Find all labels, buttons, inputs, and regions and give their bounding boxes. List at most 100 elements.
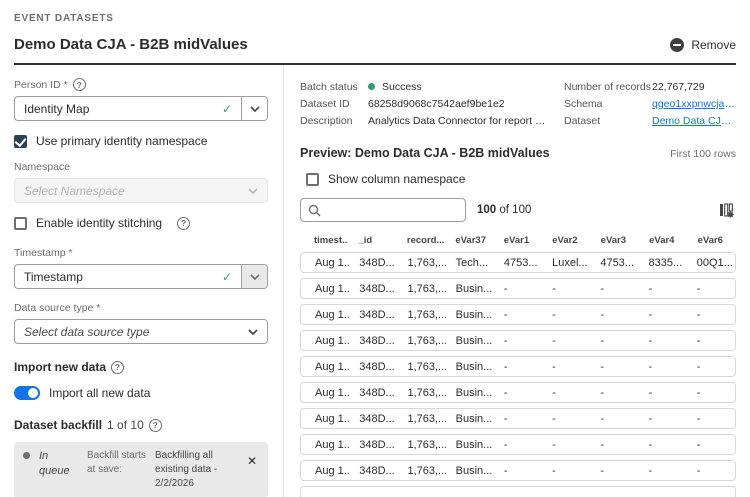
table-row[interactable]: Aug 1...348D...1,763,...Busin...----- xyxy=(300,278,736,299)
first-rows-label: First 100 rows xyxy=(670,148,736,160)
schema-link[interactable]: qgeo1xxpnwcjab2b Schema xyxy=(652,96,736,113)
data-source-type-label: Data source type * xyxy=(14,302,268,314)
table-cell: - xyxy=(542,309,590,321)
dataset-meta: Batch status Success Dataset ID 68258d90… xyxy=(300,79,736,130)
table-cell: - xyxy=(494,439,542,451)
table-cell: - xyxy=(494,465,542,477)
table-cell: Aug 1... xyxy=(301,309,349,321)
table-cell: - xyxy=(639,387,687,399)
column-header[interactable]: record... xyxy=(397,235,445,246)
person-id-select[interactable]: Identity Map ✓ xyxy=(14,96,268,121)
description-value: Analytics Data Connector for report suit… xyxy=(368,113,550,130)
remove-button[interactable]: Remove xyxy=(670,38,736,52)
table-cell: Busin... xyxy=(446,335,494,347)
timestamp-label: Timestamp * xyxy=(14,247,268,259)
column-header[interactable]: eVar3 xyxy=(591,235,639,246)
table-row[interactable]: Aug 1...348D...1,763,...Busin...----- xyxy=(300,382,736,403)
close-icon[interactable]: ✕ xyxy=(245,453,259,469)
table-cell: 1,763,... xyxy=(397,439,445,451)
valid-check-icon: ✓ xyxy=(222,102,232,116)
dataset-id-value: 68258d9068c7542aef9be1e2 xyxy=(368,96,505,113)
table-cell: - xyxy=(687,335,735,347)
column-header[interactable]: eVar37 xyxy=(445,235,493,246)
batch-status-label: Batch status xyxy=(300,79,368,96)
table-cell: - xyxy=(639,465,687,477)
table-row[interactable]: Aug 1...348D...1,763,...Busin...----- xyxy=(300,304,736,325)
table-cell: - xyxy=(687,283,735,295)
page-header: EVENT DATASETS Demo Data CJA - B2B midVa… xyxy=(0,0,750,53)
import-new-data-label: Import new data ? xyxy=(14,360,268,374)
table-cell: Busin... xyxy=(446,439,494,451)
table-cell: - xyxy=(494,413,542,425)
table-cell: - xyxy=(494,283,542,295)
toggle-label: Import all new data xyxy=(49,386,150,400)
table-cell: - xyxy=(542,335,590,347)
column-header[interactable]: _id xyxy=(348,235,396,246)
preview-title: Preview: Demo Data CJA - B2B midValues xyxy=(300,146,550,160)
result-count: 100 of 100 xyxy=(477,204,531,216)
column-header[interactable]: eVar6 xyxy=(688,235,736,246)
schema-label: Schema xyxy=(564,96,652,113)
table-cell: 4753... xyxy=(590,257,638,269)
table-cell: - xyxy=(639,283,687,295)
table-cell: - xyxy=(687,309,735,321)
table-cell: Aug 1... xyxy=(301,335,349,347)
column-header[interactable]: timest... xyxy=(300,235,348,246)
table-cell: - xyxy=(542,283,590,295)
help-icon[interactable]: ? xyxy=(149,419,162,432)
config-panel: Person ID * ? Identity Map ✓ Use primary… xyxy=(0,65,284,497)
toggle-on-icon xyxy=(14,386,40,400)
column-header[interactable]: eVar4 xyxy=(639,235,687,246)
table-cell: - xyxy=(639,335,687,347)
table-cell: 348D... xyxy=(349,413,397,425)
preview-table: timest..._idrecord...eVar37eVar1eVar2eVa… xyxy=(300,231,736,497)
timestamp-select[interactable]: Timestamp ✓ xyxy=(14,264,268,289)
table-cell: - xyxy=(494,387,542,399)
column-header[interactable]: eVar2 xyxy=(542,235,590,246)
table-cell: 1,763,... xyxy=(397,413,445,425)
valid-check-icon: ✓ xyxy=(222,270,232,284)
table-row[interactable]: Aug 1...348D...1,763,...Busin...----- xyxy=(300,356,736,377)
table-row[interactable]: Aug 1...348D...1,763,...Busin...----- xyxy=(300,460,736,481)
table-row[interactable]: Aug 1...348D...1,763,...Busin...----- xyxy=(300,434,736,455)
search-icon xyxy=(308,204,321,217)
data-source-type-select[interactable]: Select data source type xyxy=(14,319,268,344)
table-cell: 4753... xyxy=(494,257,542,269)
table-cell: Busin... xyxy=(446,465,494,477)
checkbox-checked-icon xyxy=(14,135,27,148)
identity-stitching-checkbox[interactable]: Enable identity stitching ? xyxy=(14,216,268,230)
table-cell: 348D... xyxy=(349,439,397,451)
checkbox-unchecked-icon xyxy=(306,173,319,186)
search-input[interactable] xyxy=(327,203,458,217)
use-primary-namespace-checkbox[interactable]: Use primary identity namespace xyxy=(14,134,268,148)
table-row[interactable]: Aug 1...348D...1,763,...Tech...4753...Lu… xyxy=(300,252,736,273)
table-row[interactable]: Aug 1...348D...1,763,...Busin...----- xyxy=(300,330,736,351)
backfill-detail: Backfilling all existing data - 2/2/2026 xyxy=(155,449,239,491)
table-cell: Busin... xyxy=(446,361,494,373)
column-settings-button[interactable] xyxy=(717,201,736,220)
help-icon[interactable]: ? xyxy=(73,78,86,91)
table-cell: 1,763,... xyxy=(397,361,445,373)
help-icon[interactable]: ? xyxy=(177,217,190,230)
column-settings-icon xyxy=(719,203,734,218)
table-cell: Busin... xyxy=(446,387,494,399)
dataset-link[interactable]: Demo Data CJA - B2B midValues xyxy=(652,113,736,130)
table-cell: 348D... xyxy=(349,361,397,373)
column-header[interactable]: eVar1 xyxy=(494,235,542,246)
table-cell: - xyxy=(590,439,638,451)
backfill-count: 1 of 10 xyxy=(107,418,144,432)
search-box[interactable] xyxy=(300,198,466,222)
help-icon[interactable]: ? xyxy=(111,361,124,374)
import-new-data-toggle[interactable]: Import all new data xyxy=(14,386,268,400)
preview-table-body: Aug 1...348D...1,763,...Tech...4753...Lu… xyxy=(300,252,736,481)
table-cell: 1,763,... xyxy=(397,387,445,399)
records-label: Number of records xyxy=(564,79,652,96)
table-cell: Aug 1... xyxy=(301,439,349,451)
table-cell: Aug 1... xyxy=(301,387,349,399)
table-cell: - xyxy=(542,387,590,399)
show-namespace-checkbox[interactable]: Show column namespace xyxy=(306,172,736,186)
success-dot-icon xyxy=(368,83,375,90)
namespace-select: Select Namespace xyxy=(14,178,268,203)
table-cell: - xyxy=(542,439,590,451)
table-row[interactable]: Aug 1...348D...1,763,...Busin...----- xyxy=(300,408,736,429)
